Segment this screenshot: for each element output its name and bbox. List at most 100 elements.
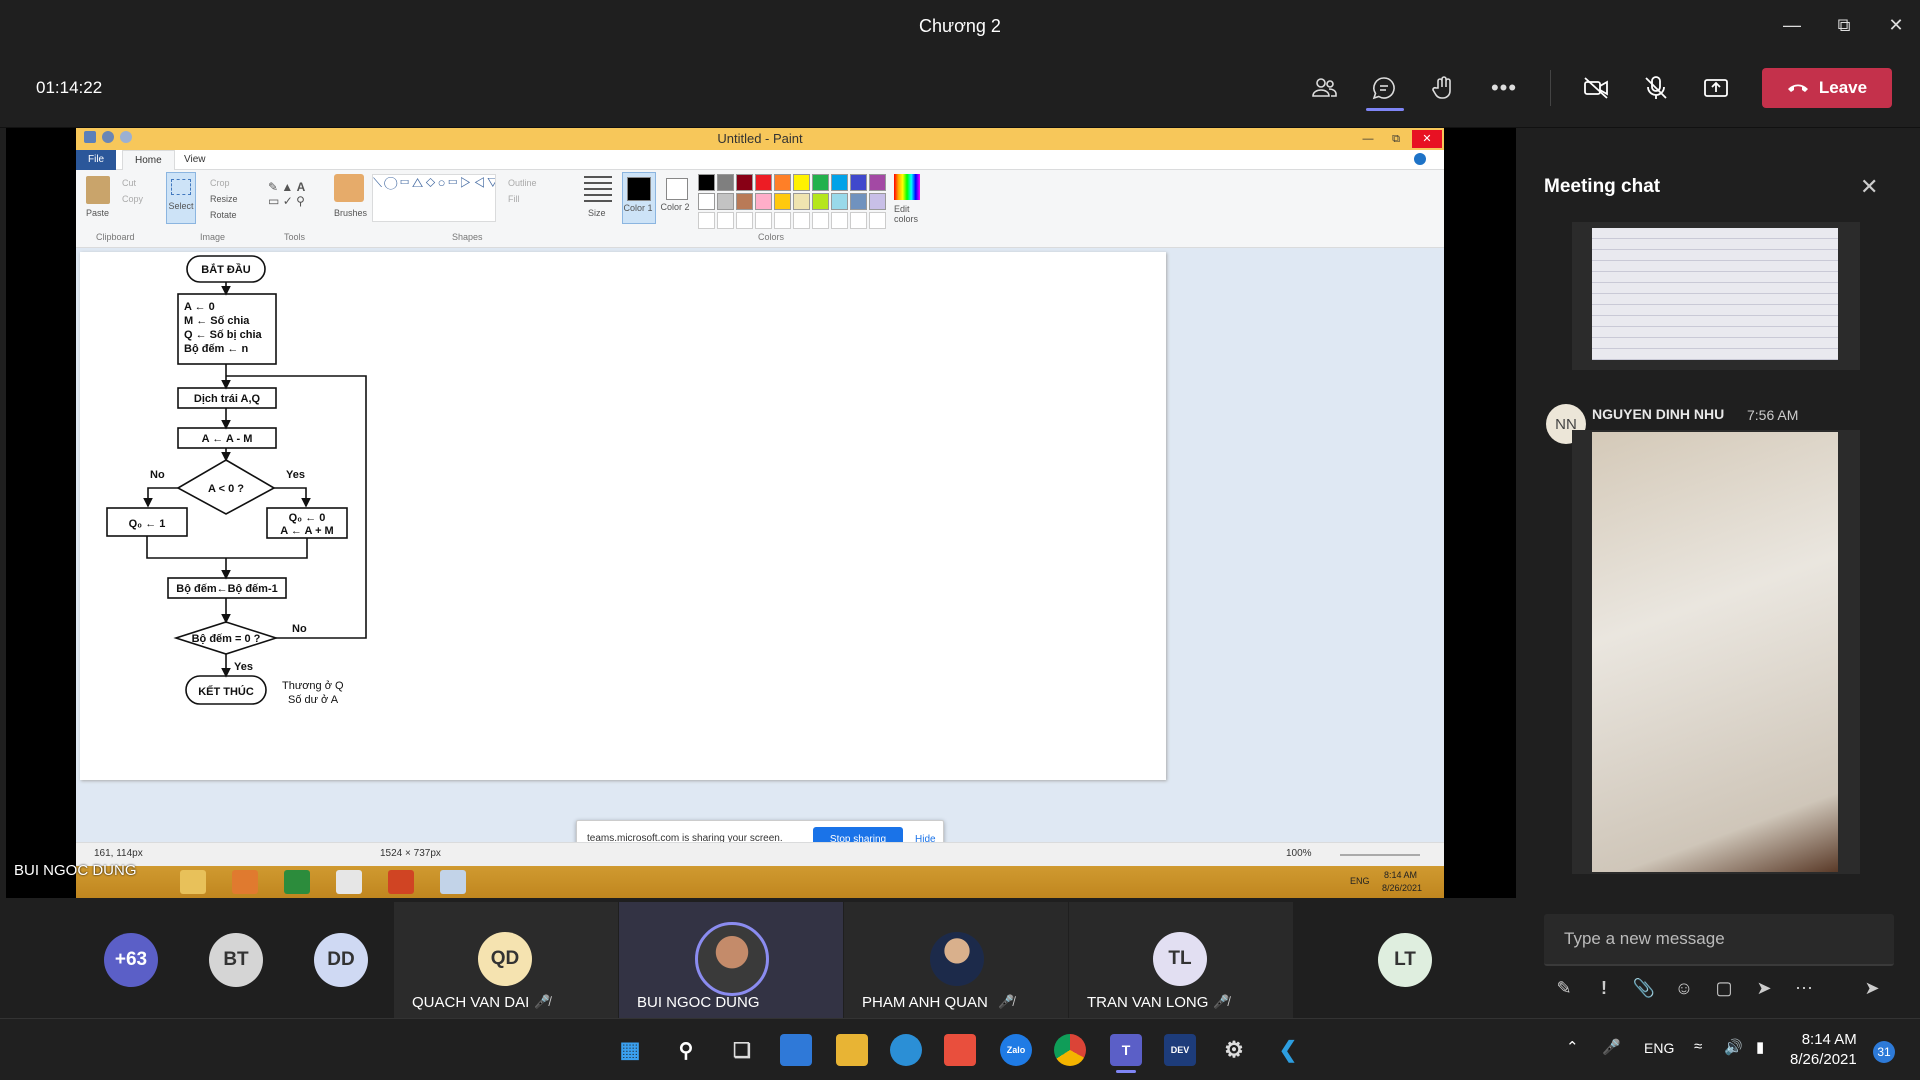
- palette-swatch[interactable]: [755, 174, 772, 191]
- color-picker-icon[interactable]: ✓: [283, 194, 293, 208]
- edge-icon[interactable]: [890, 1034, 922, 1066]
- brushes-label[interactable]: Brushes: [334, 208, 367, 218]
- paste-icon[interactable]: [86, 176, 110, 204]
- overflow-participants[interactable]: +63: [104, 933, 158, 987]
- palette-swatch-empty[interactable]: [812, 212, 829, 229]
- outline-label[interactable]: Outline: [508, 178, 537, 188]
- vscode-icon[interactable]: ❮: [1272, 1034, 1304, 1066]
- notification-badge[interactable]: 31: [1873, 1041, 1895, 1063]
- palette-swatch-empty[interactable]: [850, 212, 867, 229]
- palette-swatch[interactable]: [755, 193, 772, 210]
- chat-icon[interactable]: [1364, 68, 1404, 108]
- reactions-icon[interactable]: [1424, 68, 1464, 108]
- more-options-icon[interactable]: •••: [1484, 68, 1524, 108]
- size-icon[interactable]: [584, 176, 612, 202]
- chat-image-notebook[interactable]: [1592, 228, 1838, 360]
- file-explorer-icon[interactable]: [836, 1034, 868, 1066]
- palette-swatch-empty[interactable]: [755, 212, 772, 229]
- shapes-gallery[interactable]: ⟍◯▭△◇○▭▷◁▽◇☆☆■○◇♡⚡: [372, 174, 496, 222]
- size-label[interactable]: Size: [588, 208, 606, 218]
- resize-label[interactable]: Resize: [210, 194, 238, 204]
- magnifier-icon[interactable]: ⚲: [296, 194, 305, 208]
- help-icon[interactable]: [1414, 153, 1426, 165]
- windows-start-icon[interactable]: ▦: [614, 1034, 646, 1066]
- battery-icon[interactable]: ▮: [1756, 1038, 1764, 1056]
- pencil-icon[interactable]: ✎: [268, 180, 278, 194]
- store-icon[interactable]: [944, 1034, 976, 1066]
- palette-swatch[interactable]: [869, 193, 886, 210]
- teams-taskbar-icon[interactable]: T: [1110, 1034, 1142, 1066]
- send-icon[interactable]: ➤: [1858, 974, 1886, 1002]
- palette-swatch[interactable]: [869, 174, 886, 191]
- wifi-icon[interactable]: ≈: [1694, 1038, 1702, 1055]
- tab-view[interactable]: View: [172, 150, 218, 170]
- edit-colors-label[interactable]: Edit colors: [894, 204, 924, 224]
- mic-tray-icon[interactable]: 🎤: [1602, 1038, 1621, 1056]
- paste-label[interactable]: Paste: [86, 208, 109, 218]
- palette-swatch[interactable]: [850, 174, 867, 191]
- loop-icon[interactable]: ➤: [1750, 974, 1778, 1002]
- palette-swatch-empty[interactable]: [698, 212, 715, 229]
- palette-swatch-empty[interactable]: [831, 212, 848, 229]
- volume-icon[interactable]: 🔊: [1724, 1038, 1743, 1056]
- palette-swatch[interactable]: [831, 193, 848, 210]
- palette-swatch-empty[interactable]: [736, 212, 753, 229]
- attach-icon[interactable]: 📎: [1630, 974, 1658, 1002]
- sticker-icon[interactable]: ▢: [1710, 974, 1738, 1002]
- widgets-icon[interactable]: [780, 1034, 812, 1066]
- fill-icon[interactable]: ▲: [281, 180, 293, 194]
- close-window-button[interactable]: ✕: [1870, 0, 1920, 50]
- participants-icon[interactable]: [1304, 68, 1344, 108]
- participant-tile[interactable]: PHAM ANH QUAN 🎤̸: [844, 902, 1068, 1018]
- palette-swatch-empty[interactable]: [869, 212, 886, 229]
- devc-taskbar-icon[interactable]: DEV: [1164, 1034, 1196, 1066]
- tray-lang[interactable]: ENG: [1644, 1040, 1674, 1056]
- paint-canvas[interactable]: BẮT ĐẦU A ← 0 M ← Số chia Q ← Số bị chia…: [80, 252, 1166, 780]
- palette-swatch[interactable]: [774, 174, 791, 191]
- palette-swatch[interactable]: [736, 193, 753, 210]
- avatar-bt[interactable]: BT: [209, 933, 263, 987]
- paint-minimize-icon[interactable]: —: [1356, 133, 1380, 145]
- zoom-slider[interactable]: [1340, 854, 1420, 856]
- palette-swatch[interactable]: [831, 174, 848, 191]
- zalo-taskbar-icon[interactable]: Zalo: [1000, 1034, 1032, 1066]
- fill-label[interactable]: Fill: [508, 194, 520, 204]
- palette-swatch[interactable]: [698, 174, 715, 191]
- participant-tile[interactable]: TL TRAN VAN LONG 🎤̸: [1069, 902, 1293, 1018]
- select-button[interactable]: Select: [166, 172, 196, 224]
- taskbar-clock[interactable]: 8:14 AM 8/26/2021: [1790, 1030, 1857, 1070]
- eraser-icon[interactable]: ▭: [268, 194, 279, 208]
- save-icon[interactable]: [84, 131, 96, 143]
- redo-icon[interactable]: [120, 131, 132, 143]
- important-icon[interactable]: !: [1590, 974, 1618, 1002]
- share-screen-icon[interactable]: [1696, 68, 1736, 108]
- format-icon[interactable]: ✎: [1550, 974, 1578, 1002]
- palette-swatch[interactable]: [850, 193, 867, 210]
- palette-swatch-empty[interactable]: [774, 212, 791, 229]
- settings-icon[interactable]: ⚙: [1218, 1034, 1250, 1066]
- copy-label[interactable]: Copy: [122, 194, 143, 204]
- tab-home[interactable]: Home: [122, 150, 175, 170]
- rotate-label[interactable]: Rotate: [210, 210, 237, 220]
- participant-tile[interactable]: QD QUACH VAN DAI 🎤̸: [394, 902, 618, 1018]
- avatar-dd[interactable]: DD: [314, 933, 368, 987]
- more-compose-icon[interactable]: ⋯: [1790, 974, 1818, 1002]
- paint-restore-icon[interactable]: ⧉: [1384, 133, 1408, 146]
- palette-swatch[interactable]: [717, 193, 734, 210]
- edit-colors-icon[interactable]: [894, 174, 920, 200]
- leave-button[interactable]: Leave: [1762, 68, 1892, 108]
- palette-swatch-empty[interactable]: [717, 212, 734, 229]
- palette-swatch[interactable]: [774, 193, 791, 210]
- tab-file[interactable]: File: [76, 150, 117, 170]
- palette-swatch[interactable]: [736, 174, 753, 191]
- brushes-icon[interactable]: [334, 174, 364, 202]
- crop-label[interactable]: Crop: [210, 178, 230, 188]
- tray-overflow-icon[interactable]: ⌃: [1566, 1038, 1579, 1056]
- chat-image-handwritten-notes[interactable]: [1592, 432, 1838, 872]
- undo-icon[interactable]: [102, 131, 114, 143]
- palette-swatch-empty[interactable]: [793, 212, 810, 229]
- chrome-taskbar-icon[interactable]: [1054, 1034, 1086, 1066]
- restore-button[interactable]: ⧉: [1818, 0, 1870, 50]
- palette-swatch[interactable]: [812, 193, 829, 210]
- color1-button[interactable]: Color 1: [622, 172, 656, 224]
